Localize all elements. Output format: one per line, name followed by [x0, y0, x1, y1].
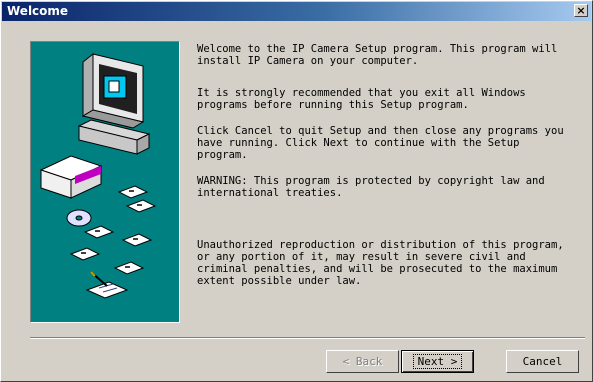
title-bar[interactable]: Welcome ×	[2, 2, 591, 21]
close-button[interactable]: ×	[574, 4, 588, 17]
cd-icon	[66, 209, 92, 227]
next-button-label: Next >	[412, 354, 463, 369]
software-box-icon	[39, 155, 103, 199]
divider	[30, 337, 585, 339]
recommendation-text: It is strongly recommended that you exit…	[197, 87, 526, 111]
computer-icon	[77, 52, 151, 155]
welcome-text: Welcome to the IP Camera Setup program. …	[197, 43, 558, 67]
window-title: Welcome	[7, 4, 69, 18]
legal-text: Unauthorized reproduction or distributio…	[197, 239, 564, 287]
setup-dialog: Welcome × Welcome to the IP Camera Setup…	[0, 0, 593, 382]
cancel-button[interactable]: Cancel	[506, 350, 579, 373]
warning-text: WARNING: This program is protected by co…	[197, 175, 545, 199]
instructions-text: Click Cancel to quit Setup and then clos…	[197, 125, 564, 161]
setup-illustration	[30, 41, 180, 323]
next-button[interactable]: Next >	[401, 350, 474, 373]
document-icon	[85, 271, 129, 299]
back-button[interactable]: < Back	[326, 350, 399, 373]
floppy-disk-icon	[69, 185, 157, 275]
